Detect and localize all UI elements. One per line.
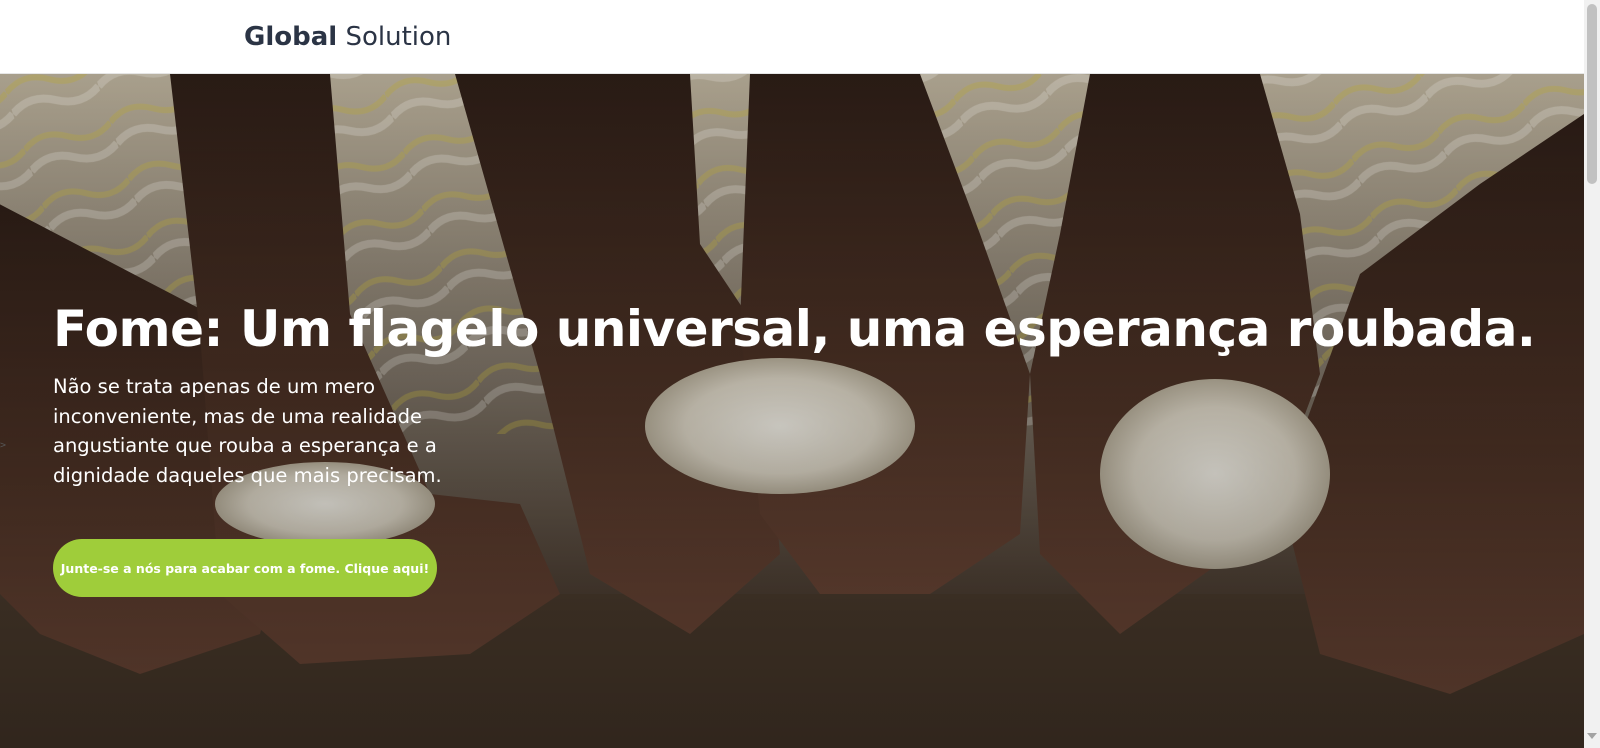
brand-logo[interactable]: Global Solution: [244, 20, 451, 54]
hero-title: Fome: Um flagelo universal, uma esperanç…: [53, 300, 1536, 358]
scroll-down-arrow-icon[interactable]: [1587, 733, 1597, 739]
scrollbar-thumb[interactable]: [1587, 4, 1597, 184]
hero-description: Não se trata apenas de um mero inconveni…: [53, 375, 442, 487]
brand-name-light: Solution: [337, 22, 452, 52]
hero-section: Fome: Um flagelo universal, uma esperanç…: [0, 74, 1584, 748]
page-scrollbar[interactable]: [1584, 0, 1600, 748]
site-header: Global Solution: [0, 0, 1584, 74]
join-cta-button[interactable]: Junte-se a nós para acabar com a fome. C…: [53, 539, 437, 597]
brand-name-bold: Global: [244, 22, 338, 52]
edge-marker: >: [0, 440, 7, 451]
